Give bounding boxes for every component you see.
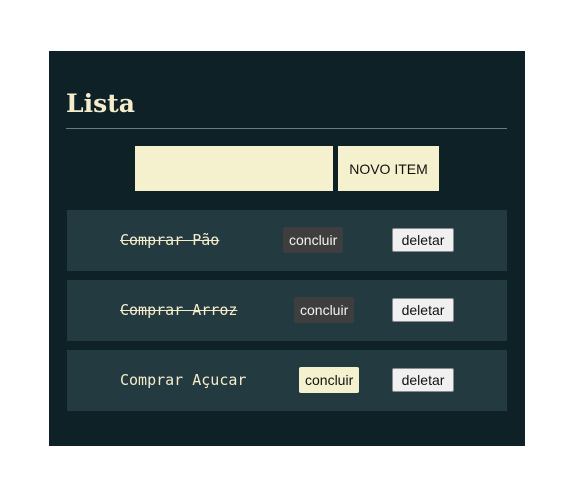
conclude-button[interactable]: concluir xyxy=(299,367,360,393)
conclude-button[interactable]: concluir xyxy=(283,227,344,253)
new-item-input[interactable] xyxy=(135,146,333,191)
new-item-button[interactable]: NOVO ITEM xyxy=(338,146,439,191)
item-label: Comprar Pão xyxy=(120,231,220,249)
list-item: Comprar Açucar concluir deletar xyxy=(67,350,507,411)
list-item: Comprar Pão concluir deletar xyxy=(67,210,507,271)
delete-button[interactable]: deletar xyxy=(392,298,454,322)
delete-button[interactable]: deletar xyxy=(392,368,454,392)
title-divider xyxy=(66,128,507,129)
conclude-button[interactable]: concluir xyxy=(294,297,355,323)
delete-button[interactable]: deletar xyxy=(392,228,454,252)
todo-app: Lista NOVO ITEM Comprar Pão concluir del… xyxy=(49,51,525,446)
list-item: Comprar Arroz concluir deletar xyxy=(67,280,507,341)
item-label: Comprar Arroz xyxy=(120,301,238,319)
item-label: Comprar Açucar xyxy=(120,371,247,389)
page-title: Lista xyxy=(66,89,135,118)
